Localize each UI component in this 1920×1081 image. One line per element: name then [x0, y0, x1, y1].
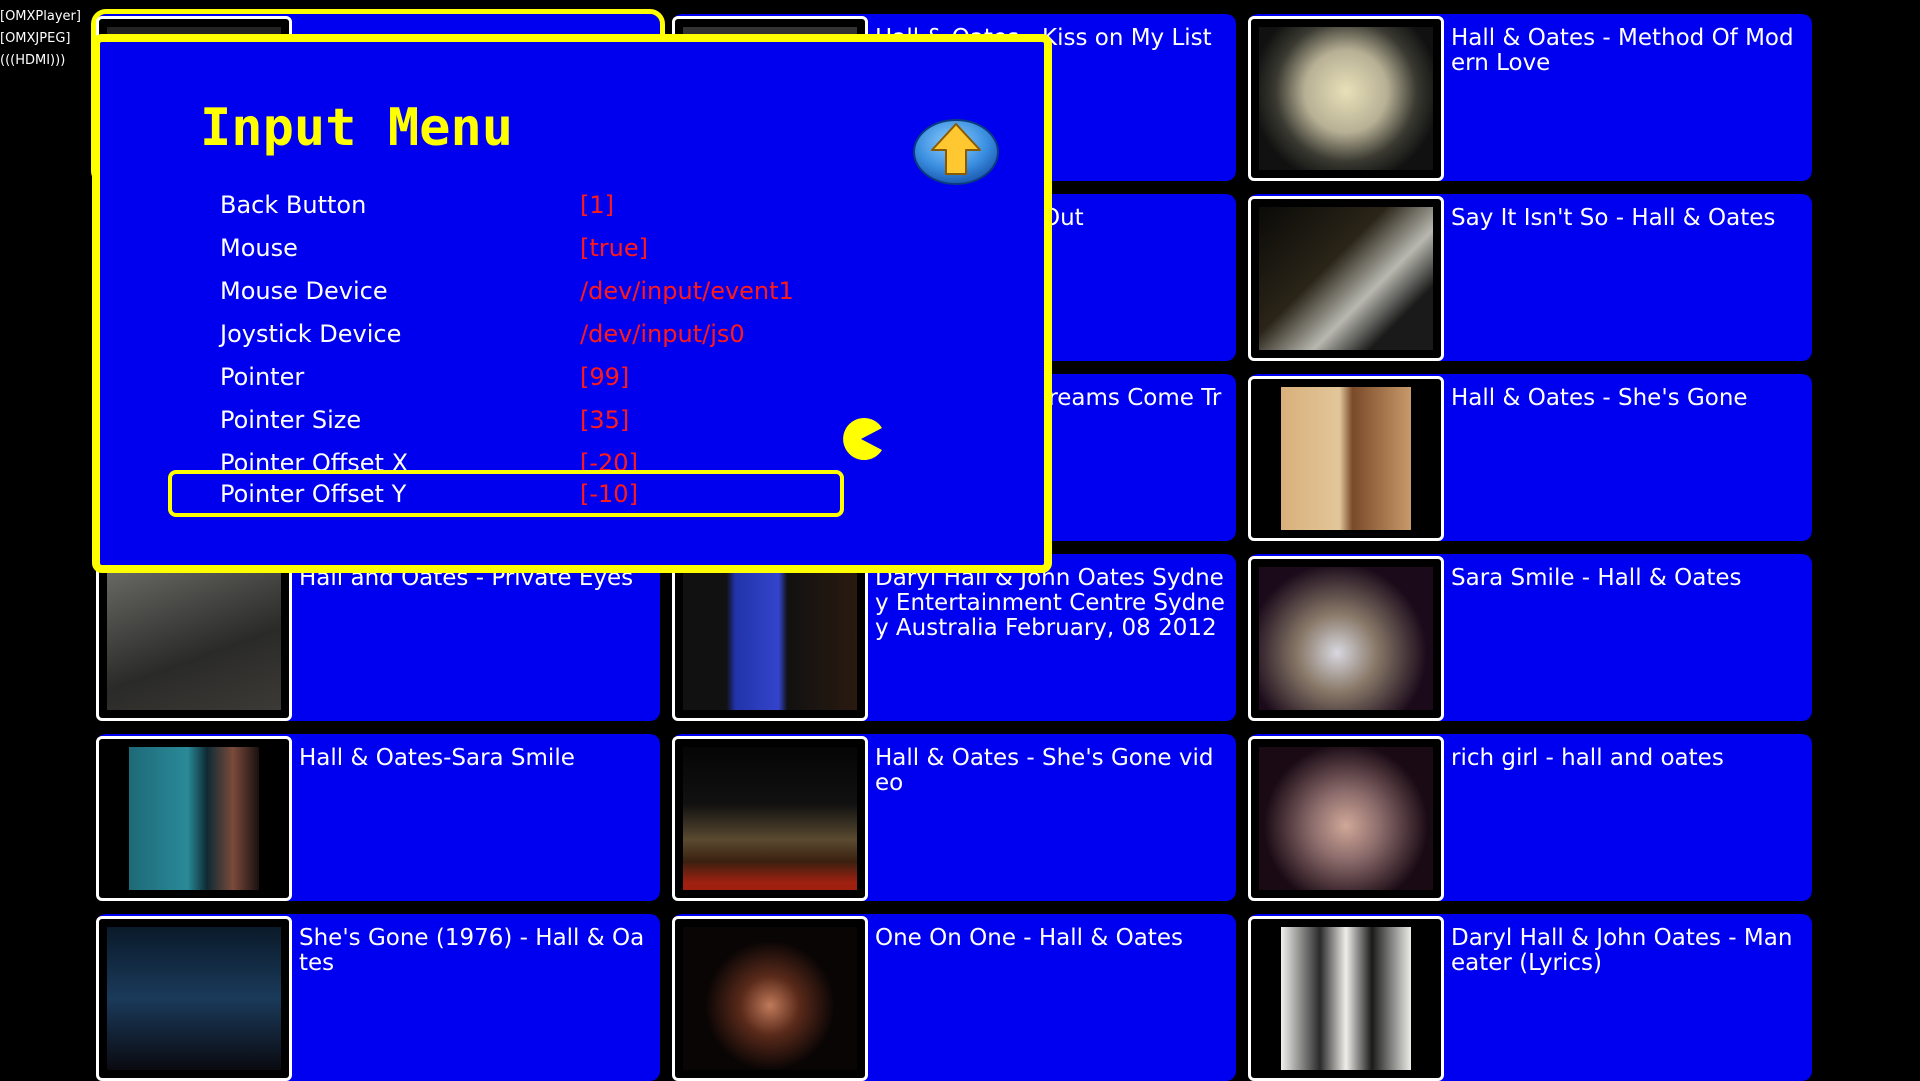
video-thumbnail	[96, 736, 292, 901]
video-thumbnail	[1248, 196, 1444, 361]
video-tile[interactable]: Sara Smile - Hall & Oates	[1248, 554, 1812, 721]
video-thumbnail	[1248, 916, 1444, 1081]
menu-item-mouse-device[interactable]: Mouse Device /dev/input/event1	[172, 269, 838, 312]
video-tile[interactable]: Hall & Oates - Method Of Modern Love	[1248, 14, 1812, 181]
pacman-pointer-icon	[838, 416, 884, 462]
menu-item-pointer-size[interactable]: Pointer Size [35]	[172, 398, 838, 441]
menu-title: Input Menu	[200, 98, 514, 158]
menu-item-pointer[interactable]: Pointer [99]	[172, 355, 838, 398]
video-thumbnail	[1248, 556, 1444, 721]
menu-item-value: [35]	[580, 405, 630, 434]
video-thumbnail	[1248, 736, 1444, 901]
video-tile[interactable]: Say It Isn't So - Hall & Oates	[1248, 194, 1812, 361]
video-thumbnail	[96, 916, 292, 1081]
arrow-up-icon	[913, 119, 999, 185]
video-title: Daryl Hall & John Oates Sydney Entertain…	[875, 565, 1225, 641]
menu-item-value: [true]	[580, 233, 648, 262]
video-title: One On One - Hall & Oates	[875, 925, 1183, 951]
video-thumbnail	[1248, 16, 1444, 181]
menu-item-value: [-10]	[580, 479, 638, 508]
video-title: Daryl Hall & John Oates - Maneater (Lyri…	[1451, 925, 1793, 976]
menu-item-value: /dev/input/event1	[580, 276, 794, 305]
video-title: Hall & Oates - She's Gone video	[875, 745, 1214, 796]
video-title: Hall & Oates - She's Gone	[1451, 385, 1748, 411]
menu-item-label: Joystick Device	[220, 319, 402, 348]
video-thumbnail	[672, 916, 868, 1081]
up-button[interactable]	[912, 114, 1000, 186]
video-title: She's Gone (1976) - Hall & Oates	[299, 925, 645, 976]
menu-item-joystick-device[interactable]: Joystick Device /dev/input/js0	[172, 312, 838, 355]
video-title: rich girl - hall and oates	[1451, 745, 1724, 771]
video-thumbnail	[672, 556, 868, 721]
menu-item-label: Pointer	[220, 362, 305, 391]
video-tile[interactable]: One On One - Hall & Oates	[672, 914, 1236, 1081]
video-tile[interactable]: Hall & Oates - She's Gone	[1248, 374, 1812, 541]
video-tile[interactable]: Hall & Oates - She's Gone video	[672, 734, 1236, 901]
menu-item-value: /dev/input/js0	[580, 319, 745, 348]
osd-omxplayer: [OMXPlayer]	[0, 9, 81, 24]
menu-item-label: Mouse	[220, 233, 298, 262]
video-tile[interactable]: She's Gone (1976) - Hall & Oates	[96, 914, 660, 1081]
video-tile[interactable]: Daryl Hall & John Oates - Maneater (Lyri…	[1248, 914, 1812, 1081]
menu-item-label: Pointer Offset Y	[220, 479, 407, 508]
video-tile[interactable]: Hall and Oates - Private Eyes	[96, 554, 660, 721]
video-thumbnail	[672, 736, 868, 901]
video-tile[interactable]: Daryl Hall & John Oates Sydney Entertain…	[672, 554, 1236, 721]
menu-item-mouse[interactable]: Mouse [true]	[172, 226, 838, 269]
video-title: Say It Isn't So - Hall & Oates	[1451, 205, 1776, 231]
menu-item-label: Back Button	[220, 190, 367, 219]
osd-omxjpeg: [OMXJPEG]	[0, 31, 71, 46]
menu-item-value: [1]	[580, 190, 614, 219]
video-thumbnail	[1248, 376, 1444, 541]
video-title: Hall & Oates-Sara Smile	[299, 745, 575, 771]
menu-item-label: Pointer Size	[220, 405, 362, 434]
osd-hdmi: (((HDMI)))	[0, 53, 66, 68]
video-tile[interactable]: rich girl - hall and oates	[1248, 734, 1812, 901]
video-tile[interactable]: Hall & Oates-Sara Smile	[96, 734, 660, 901]
video-title: Hall & Oates - Method Of Modern Love	[1451, 25, 1794, 76]
menu-item-back-button[interactable]: Back Button [1]	[172, 183, 838, 226]
video-title: Sara Smile - Hall & Oates	[1451, 565, 1742, 591]
input-menu-dialog: Input Menu Back Button [1] Mouse [true] …	[92, 34, 1052, 573]
menu-item-value: [99]	[580, 362, 630, 391]
osd-status: [OMXPlayer] [OMXJPEG] (((HDMI)))	[0, 6, 81, 72]
video-thumbnail	[96, 556, 292, 721]
menu-item-label: Mouse Device	[220, 276, 388, 305]
menu-item-pointer-offset-y[interactable]: Pointer Offset Y [-10]	[168, 470, 844, 517]
